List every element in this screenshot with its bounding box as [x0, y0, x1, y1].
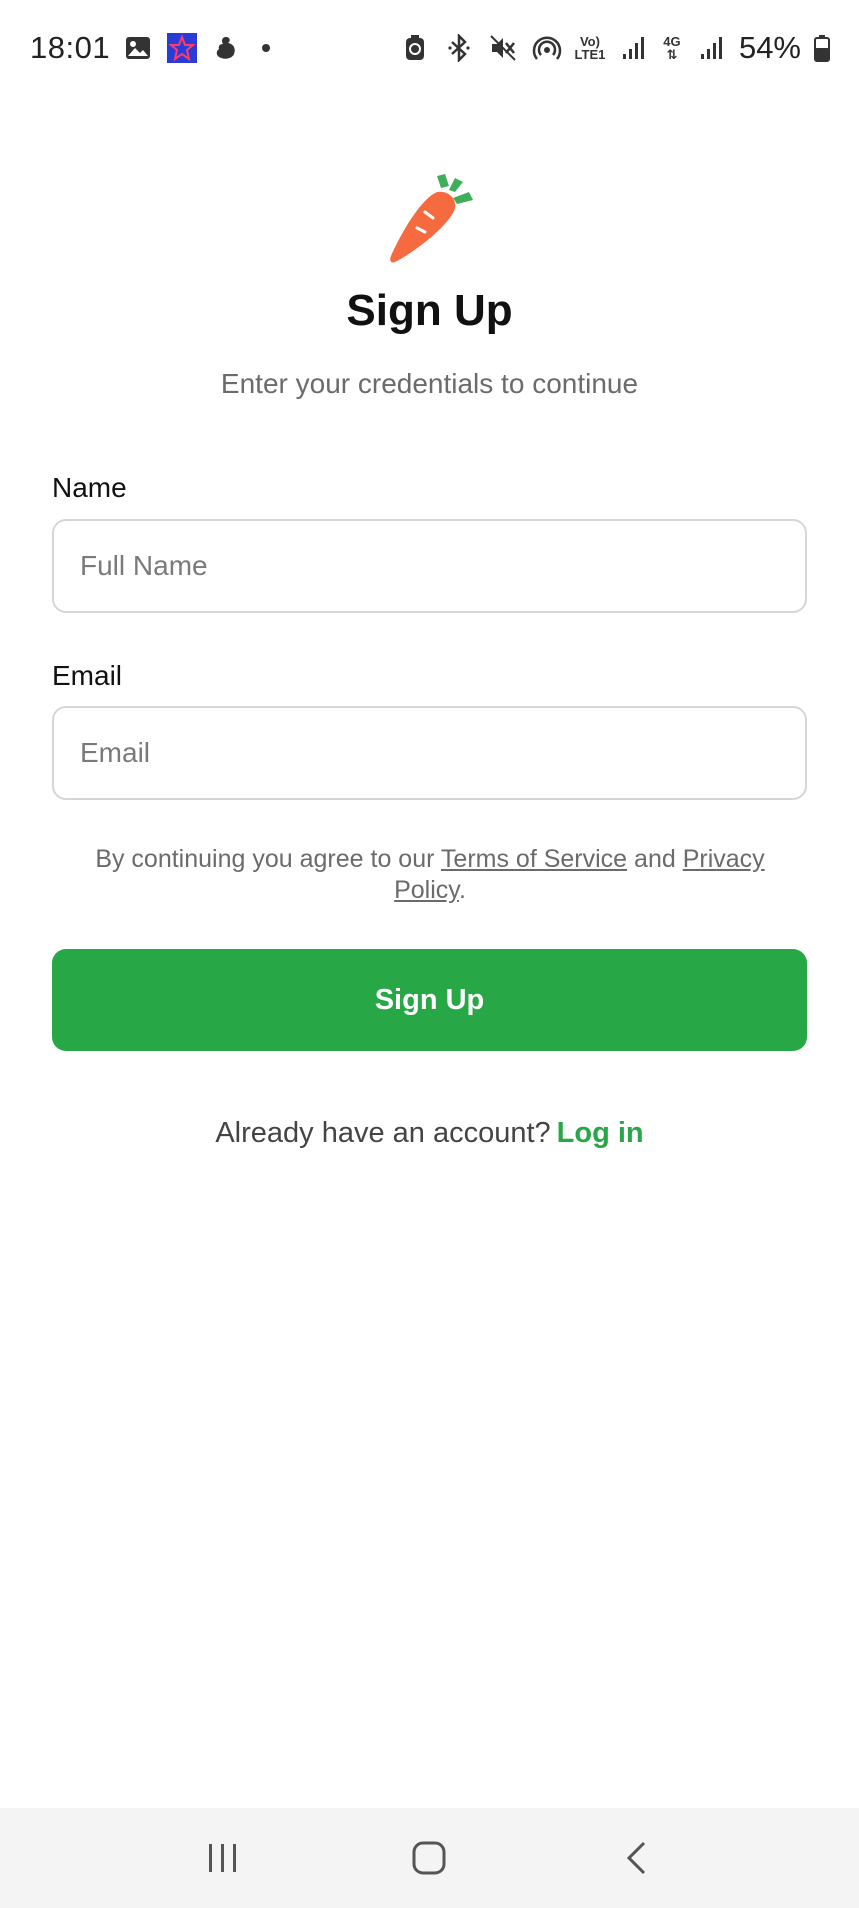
status-bar-right: Vo) LTE1 4G ⇅ 54% [399, 30, 831, 66]
app-badge-icon [166, 32, 198, 64]
status-bar: 18:01 Vo) LTE1 4G ⇅ 54% [0, 0, 859, 96]
mute-icon [487, 32, 519, 64]
email-label: Email [52, 660, 123, 691]
login-prompt-row: Already have an account? Log in [0, 1117, 859, 1150]
system-navigation-bar [0, 1808, 859, 1908]
battery-icon [813, 32, 831, 64]
signal-icon [617, 32, 649, 64]
battery-saver-icon [399, 32, 431, 64]
signup-screen: 18:01 Vo) LTE1 4G ⇅ 54% Sign Up Enter yo… [0, 0, 859, 1908]
sign-up-button[interactable]: Sign Up [52, 949, 807, 1051]
terms-notice: By continuing you agree to our Terms of … [80, 844, 780, 906]
page-title: Sign Up [346, 286, 513, 335]
volte-icon: Vo) LTE1 [574, 34, 606, 62]
gallery-icon [122, 32, 154, 64]
recent-apps-icon[interactable] [193, 1828, 253, 1888]
terms-suffix: . [458, 876, 466, 904]
terms-of-service-link[interactable]: Terms of Service [441, 845, 627, 873]
hotspot-icon [531, 32, 563, 64]
status-bar-left: 18:01 [30, 30, 271, 66]
home-icon[interactable] [399, 1828, 459, 1888]
terms-prefix: By continuing you agree to our [95, 845, 441, 873]
full-name-input[interactable] [52, 519, 807, 613]
log-in-link[interactable]: Log in [557, 1117, 644, 1149]
notification-app-icon [210, 32, 242, 64]
page-subtitle: Enter your credentials to continue [220, 368, 639, 399]
email-input[interactable] [52, 706, 807, 800]
login-prompt-text: Already have an account? [215, 1117, 551, 1149]
terms-middle: and [627, 845, 683, 873]
name-label: Name [52, 472, 127, 503]
bluetooth-icon [443, 32, 475, 64]
notification-dot-icon [262, 44, 271, 52]
battery-percentage: 54% [738, 30, 801, 65]
back-icon[interactable] [606, 1828, 666, 1888]
4g-icon: 4G ⇅ [663, 34, 681, 62]
signal-icon [695, 32, 727, 64]
carrot-logo-icon [385, 172, 477, 264]
status-time: 18:01 [30, 30, 111, 65]
